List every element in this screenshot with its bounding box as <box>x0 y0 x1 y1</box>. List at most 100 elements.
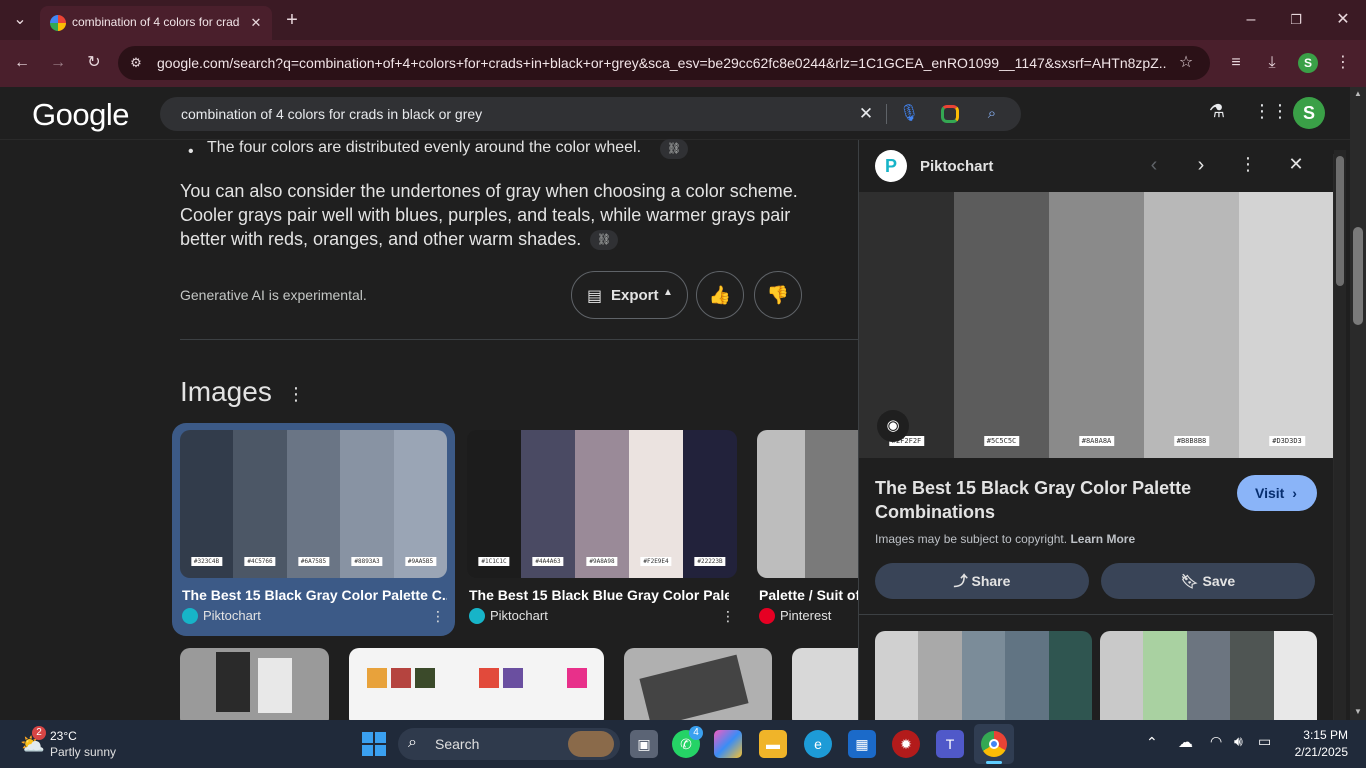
preview-image[interactable]: #2F2F2F #5C5C5C #8A8A8A #B8B8B8 #D3D3D3 … <box>859 192 1334 458</box>
visit-button[interactable]: Visit › <box>1237 475 1317 511</box>
next-image-icon[interactable]: › <box>1189 154 1213 178</box>
microsoft-store-icon[interactable]: ▦ <box>848 730 876 758</box>
google-logo[interactable]: Google <box>32 97 129 133</box>
battery-icon[interactable]: ▭ <box>1258 733 1271 750</box>
weather-description[interactable]: Partly sunny <box>50 745 116 759</box>
piktochart-favicon-icon <box>182 608 198 624</box>
scroll-down-icon[interactable]: ▼ <box>1354 707 1362 716</box>
image-thumbnail[interactable] <box>180 648 329 720</box>
onedrive-cloud-icon[interactable]: ☁ <box>1178 733 1193 751</box>
panel-site-name[interactable]: Piktochart <box>920 158 993 175</box>
voice-search-icon[interactable]: 🎙 <box>897 102 921 126</box>
chrome-profile-avatar[interactable]: S <box>1298 53 1318 73</box>
clock-date[interactable]: 2/21/2025 <box>1286 745 1348 759</box>
back-icon[interactable]: ← <box>10 51 34 75</box>
related-image[interactable] <box>875 631 1092 720</box>
start-pane <box>362 732 373 743</box>
panel-scrollbar[interactable] <box>1334 150 1346 720</box>
volume-icon[interactable]: 🔊︎ <box>1234 733 1243 750</box>
thumbs-up-icon[interactable]: 👍 <box>696 271 744 319</box>
image-title[interactable]: The Best 15 Black Blue Gray Color Pale..… <box>469 587 729 603</box>
chrome-menu-icon[interactable]: ⋮ <box>1331 51 1355 75</box>
save-button[interactable]: 🔖︎ Save <box>1101 563 1315 599</box>
image-more-icon[interactable]: ⋮ <box>431 608 445 625</box>
export-button[interactable]: ▤ Export ▲ <box>571 271 688 319</box>
url-text[interactable]: google.com/search?q=combination+of+4+col… <box>157 55 1167 71</box>
tab-search-chevron-icon[interactable]: ⌄ <box>8 8 32 32</box>
palette-thumbnail[interactable]: #1C1C1C #4A4A63 #9A8A98 #F2E9E4 #22223B <box>467 430 737 578</box>
new-tab-icon[interactable]: + <box>280 8 304 32</box>
hex-code-label: #323C4B <box>190 557 223 566</box>
security-app-icon[interactable]: ✹ <box>892 730 920 758</box>
bookmark-icon: 🔖︎ <box>1180 573 1203 589</box>
close-window-icon[interactable]: ✕ <box>1331 8 1355 32</box>
image-source[interactable]: Piktochart <box>203 608 261 623</box>
color-swatch: #9A8A98 <box>575 430 629 578</box>
palette-thumbnail[interactable]: #323C4B #4C5766 #6A7585 #8893A3 #9AA5B5 <box>180 430 447 578</box>
wifi-icon[interactable]: ◠ <box>1210 733 1222 750</box>
minimize-icon[interactable]: – <box>1239 8 1263 32</box>
tab-bar: ⌄ combination of 4 colors for crads in b… <box>0 0 1366 40</box>
show-hidden-icons-icon[interactable]: ⌃ <box>1146 734 1158 751</box>
panel-more-icon[interactable]: ⋮ <box>1236 154 1260 178</box>
close-panel-icon[interactable]: ✕ <box>1284 154 1308 178</box>
labs-flask-icon[interactable]: ⚗ <box>1205 101 1229 125</box>
share-button[interactable]: ⤴ Share <box>875 563 1089 599</box>
forward-icon[interactable]: → <box>46 51 70 75</box>
panel-image-title[interactable]: The Best 15 Black Gray Color Palette Com… <box>875 476 1215 524</box>
image-title[interactable]: The Best 15 Black Gray Color Palette C..… <box>182 587 447 603</box>
color-swatch <box>1230 631 1274 720</box>
apps-grid-icon[interactable]: ⋮⋮ <box>1253 101 1289 125</box>
windows-start-icon[interactable] <box>360 730 388 758</box>
image-card[interactable]: #323C4B #4C5766 #6A7585 #8893A3 #9AA5B5 … <box>172 423 455 636</box>
maximize-icon[interactable]: ❐ <box>1284 8 1308 32</box>
image-source[interactable]: Piktochart <box>490 608 548 623</box>
scroll-thumb[interactable] <box>1353 227 1363 325</box>
previous-image-icon[interactable]: ‹ <box>1142 154 1166 178</box>
address-bar[interactable]: ⚙ google.com/search?q=combination+of+4+c… <box>118 46 1210 80</box>
search-highlight-image <box>568 731 614 757</box>
source-link-icon[interactable]: ⛓ <box>590 230 618 250</box>
search-box[interactable]: combination of 4 colors for crads in bla… <box>160 97 1021 131</box>
weather-temperature[interactable]: 23°C <box>50 729 77 743</box>
teams-icon[interactable]: T <box>936 730 964 758</box>
image-source[interactable]: Pinterest <box>780 608 831 623</box>
related-image[interactable] <box>1100 631 1317 720</box>
image-title[interactable]: Palette / Suit of <box>759 587 858 603</box>
image-thumbnail[interactable] <box>792 648 858 720</box>
search-submit-icon[interactable]: ⌕ <box>980 102 1004 126</box>
images-more-icon[interactable]: ⋮ <box>287 384 305 405</box>
scroll-up-icon[interactable]: ▲ <box>1354 89 1362 98</box>
source-link-icon[interactable]: ⛓ <box>660 139 688 159</box>
page-scrollbar[interactable]: ▲ ▼ <box>1350 87 1366 720</box>
media-control-icon[interactable]: ≡ <box>1224 51 1248 75</box>
clear-search-icon[interactable]: ✕ <box>854 102 878 126</box>
lens-camera-icon[interactable]: ◉ <box>877 410 909 442</box>
palette-thumbnail[interactable] <box>757 430 858 578</box>
google-account-avatar[interactable]: S <box>1293 97 1325 129</box>
copilot-icon[interactable] <box>714 730 742 758</box>
taskbar-search[interactable]: ⌕ Search <box>398 728 620 760</box>
learn-more-link[interactable]: Learn More <box>1070 532 1135 546</box>
downloads-icon[interactable]: ⤓ <box>1260 51 1284 75</box>
bookmark-star-icon[interactable]: ☆ <box>1174 51 1198 75</box>
share-icon: ⤴ <box>953 573 972 589</box>
image-thumbnail[interactable] <box>624 648 772 720</box>
browser-tab[interactable]: combination of 4 colors for crads in bla… <box>40 6 272 40</box>
reload-icon[interactable]: ↻ <box>82 51 106 75</box>
image-thumbnail[interactable] <box>349 648 604 720</box>
edge-browser-icon[interactable]: e <box>804 730 832 758</box>
chrome-taskbar-active[interactable] <box>974 724 1014 764</box>
clock-time[interactable]: 3:15 PM <box>1286 728 1348 742</box>
close-tab-icon[interactable]: ✕ <box>244 11 268 35</box>
color-swatch: #4A4A63 <box>521 430 575 578</box>
site-info-icon[interactable]: ⚙ <box>124 51 148 75</box>
image-more-icon[interactable]: ⋮ <box>721 608 735 625</box>
task-view-icon[interactable]: ▣ <box>630 730 658 758</box>
search-input[interactable]: combination of 4 colors for crads in bla… <box>181 106 841 122</box>
panel-scroll-thumb[interactable] <box>1336 156 1344 286</box>
export-label: Export <box>611 287 659 304</box>
file-explorer-icon[interactable]: ▬ <box>759 730 787 758</box>
lens-search-icon[interactable] <box>941 105 959 123</box>
thumbs-down-icon[interactable]: 👎 <box>754 271 802 319</box>
